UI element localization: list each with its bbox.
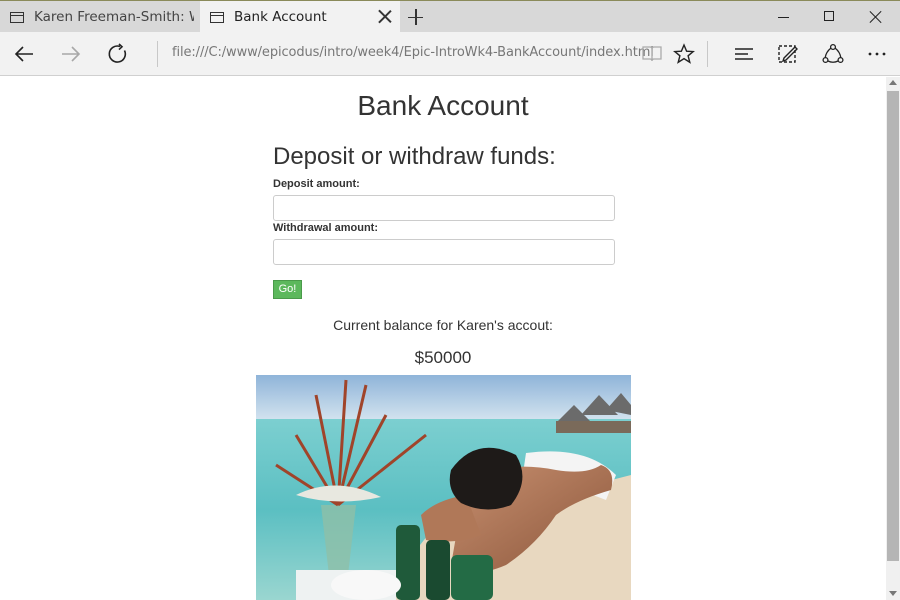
new-tab-plus-icon[interactable] [406,8,426,28]
withdrawal-label: Withdrawal amount: [273,222,379,234]
forward-arrow-icon[interactable] [55,38,87,70]
deposit-input[interactable] [273,195,615,221]
more-dots-icon[interactable] [861,38,893,70]
maximize-button[interactable] [807,1,853,33]
reading-view-icon[interactable] [636,38,668,70]
tab-karen-freeman-smith[interactable]: Karen Freeman-Smith: Web [0,1,200,33]
close-window-button[interactable] [853,1,899,33]
scrollbar-thumb[interactable] [887,91,899,561]
share-icon[interactable] [817,38,849,70]
form-heading: Deposit or withdraw funds: [273,143,556,170]
vertical-scrollbar[interactable] [886,77,900,600]
tab-label: Karen Freeman-Smith: Web [34,9,194,25]
url-field[interactable]: file:///C:/www/epicodus/intro/week4/Epic… [172,45,654,60]
withdrawal-input[interactable] [273,239,615,265]
page-content: Bank Account Deposit or withdraw funds: … [0,77,886,600]
tab-bar: Karen Freeman-Smith: Web Bank Account [0,0,900,33]
tab-bank-account[interactable]: Bank Account [200,1,400,33]
back-arrow-icon[interactable] [8,38,40,70]
spa-beach-photo [256,375,631,600]
close-tab-icon[interactable] [378,9,392,23]
hub-icon[interactable] [728,38,760,70]
scroll-down-arrow-icon[interactable] [889,591,897,596]
page-icon [210,11,224,23]
tab-label: Bank Account [234,9,327,25]
scroll-up-arrow-icon[interactable] [889,80,897,85]
web-note-icon[interactable] [772,38,804,70]
address-bar: file:///C:/www/epicodus/intro/week4/Epic… [0,32,900,76]
page-title: Bank Account [357,90,529,121]
balance-caption: Current balance for Karen's accout: [333,317,553,333]
deposit-label: Deposit amount: [273,178,360,190]
divider [157,41,158,67]
go-button[interactable]: Go! [273,280,302,299]
balance-value: $50000 [414,348,472,367]
refresh-icon[interactable] [102,38,134,70]
favorite-star-icon[interactable] [668,38,700,70]
minimize-button[interactable] [761,1,807,33]
divider [707,41,708,67]
page-icon [10,11,24,23]
